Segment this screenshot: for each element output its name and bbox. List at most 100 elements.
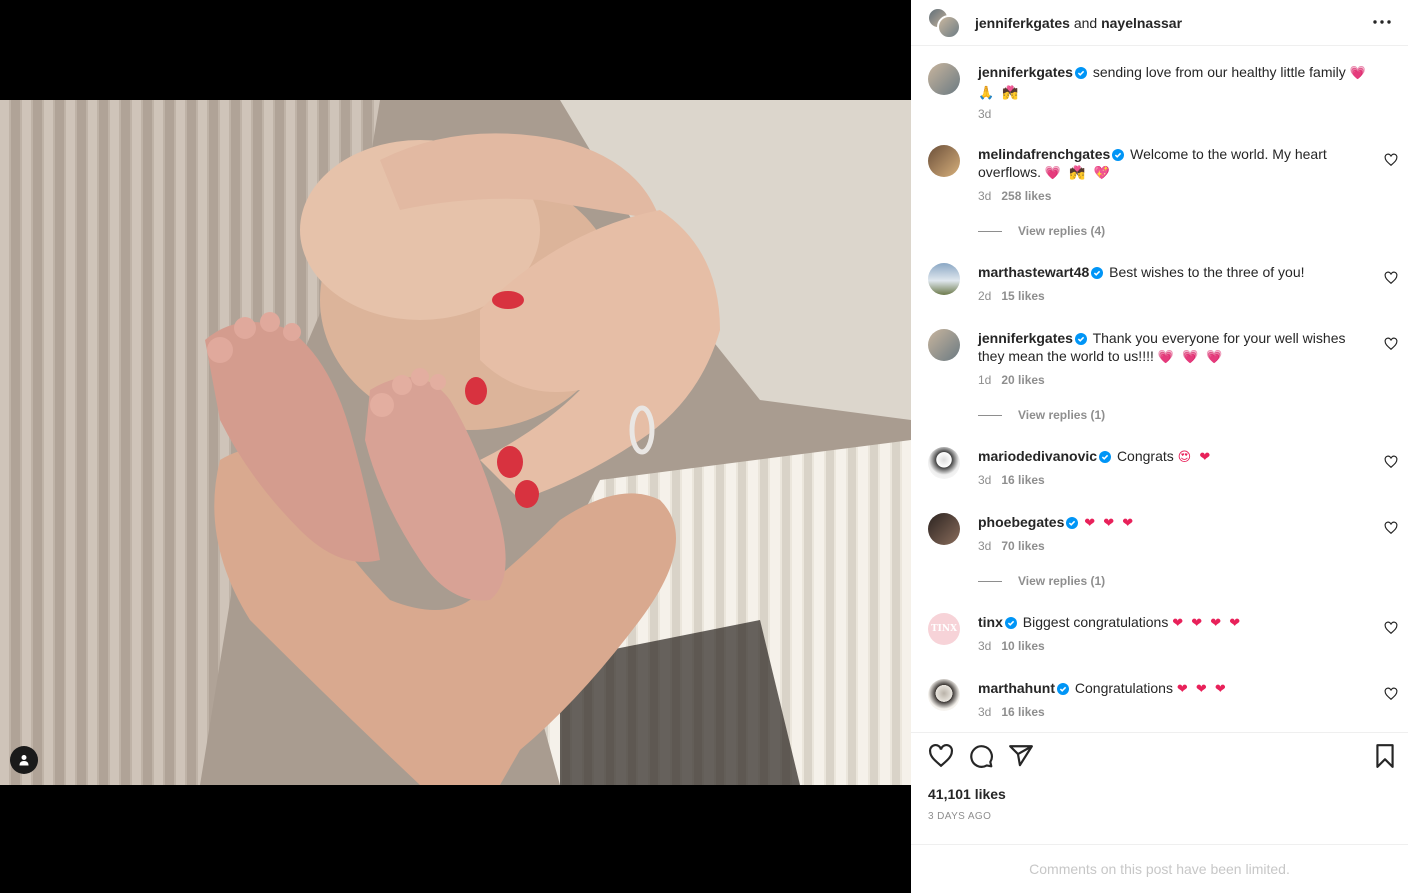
comment-body: tinx Biggest congratulations ❤ ❤ ❤ ❤ [978, 613, 1368, 633]
comment-meta: 3d 70 likes [978, 539, 1045, 553]
comment-emoji: 💗 💏 💖 [1044, 166, 1112, 181]
likes-count[interactable]: 41,101 likes [928, 786, 1006, 802]
comment-likes[interactable]: 15 likes [1001, 289, 1044, 303]
heart-icon[interactable] [1384, 153, 1398, 167]
avatar[interactable] [928, 513, 960, 545]
comment-body: marthastewart48 Best wishes to the three… [978, 263, 1368, 281]
avatar[interactable] [928, 447, 960, 479]
avatar[interactable] [928, 329, 960, 361]
view-replies-button[interactable]: View replies (4) [978, 224, 1105, 238]
comment-item: marthastewart48 Best wishes to the three… [928, 263, 1398, 311]
comment-meta: 3d 10 likes [978, 639, 1045, 653]
post-date[interactable]: 3 DAYS AGO [928, 811, 991, 822]
author-link[interactable]: jenniferkgates [975, 15, 1070, 31]
and-text: and [1073, 14, 1098, 31]
comment-username[interactable]: mariodedivanovic [978, 448, 1097, 464]
post-authors: jenniferkgates and nayelnassar [975, 15, 1182, 31]
comment-likes[interactable]: 20 likes [1001, 373, 1044, 387]
post-photo-illustration [0, 100, 911, 785]
comment-username[interactable]: phoebegates [978, 514, 1064, 530]
user-tag-icon [19, 755, 29, 766]
comment-username[interactable]: tinx [978, 614, 1003, 630]
avatar[interactable]: TINX [928, 613, 960, 645]
comment-text: Congratulations [1074, 680, 1173, 696]
verified-badge-icon [1099, 451, 1112, 463]
comment-meta: 1d 20 likes [978, 373, 1045, 387]
replies-divider [978, 230, 1002, 232]
comment-body: phoebegates ❤ ❤ ❤ [978, 513, 1368, 533]
comment-meta: 3d 258 likes [978, 189, 1051, 203]
comment-emoji: 😍 ❤ [1177, 450, 1213, 465]
heart-icon[interactable] [1384, 337, 1398, 351]
comment-body: marthahunt Congratulations ❤ ❤ ❤ [978, 679, 1368, 699]
replies-divider [978, 414, 1002, 416]
caption-time[interactable]: 3d [978, 107, 991, 121]
verified-badge-icon [1057, 683, 1069, 695]
post-side-pane: jenniferkgates and nayelnassar jenniferk… [911, 0, 1408, 893]
comment-likes[interactable]: 10 likes [1001, 639, 1044, 653]
avatar[interactable] [928, 679, 960, 711]
heart-icon[interactable] [1384, 455, 1398, 469]
caption-text: sending love from our healthy little fam… [1092, 64, 1346, 80]
comment-username[interactable]: melindafrenchgates [978, 146, 1110, 162]
comment-item: jenniferkgates Thank you everyone for yo… [928, 329, 1398, 425]
heart-icon[interactable] [928, 743, 954, 769]
user-tag-button[interactable] [10, 746, 38, 774]
more-options-button[interactable] [1370, 12, 1394, 32]
comment-body: melindafrenchgates Welcome to the world.… [978, 145, 1368, 183]
share-icon[interactable] [1008, 743, 1034, 769]
comment-time[interactable]: 3d [978, 539, 991, 553]
comments-list[interactable]: jenniferkgates sending love from our hea… [911, 47, 1408, 731]
comment-text: Biggest congratulations [1022, 614, 1169, 630]
comment-username[interactable]: marthahunt [978, 680, 1055, 696]
bookmark-icon[interactable] [1372, 743, 1398, 769]
comment-item: melindafrenchgates Welcome to the world.… [928, 145, 1398, 241]
post-caption: jenniferkgates sending love from our hea… [928, 63, 1398, 143]
replies-divider [978, 580, 1002, 582]
comment-icon[interactable] [968, 743, 994, 769]
comment-username[interactable]: jenniferkgates [978, 330, 1073, 346]
heart-icon[interactable] [1384, 621, 1398, 635]
view-replies-button[interactable]: View replies (1) [978, 408, 1105, 422]
comment-likes[interactable]: 258 likes [1001, 189, 1051, 203]
avatar[interactable] [928, 145, 960, 177]
collab-avatars[interactable] [927, 6, 963, 39]
comment-username[interactable]: marthastewart48 [978, 264, 1089, 280]
verified-badge-icon [1112, 149, 1125, 161]
avatar[interactable] [928, 263, 960, 295]
comment-emoji: ❤ ❤ ❤ ❤ [1172, 616, 1243, 631]
post-header: jenniferkgates and nayelnassar [911, 0, 1408, 46]
comment-time[interactable]: 1d [978, 373, 991, 387]
comment-item: phoebegates ❤ ❤ ❤ 3d 70 likes View replie… [928, 513, 1398, 609]
comment-body: mariodedivanovic Congrats 😍 ❤ [978, 447, 1368, 467]
comment-likes[interactable]: 16 likes [1001, 473, 1044, 487]
media-pane [0, 0, 911, 893]
post-photo[interactable] [0, 100, 911, 785]
comments-limited-notice: Comments on this post have been limited. [911, 844, 1408, 893]
comment-likes[interactable]: 16 likes [1001, 705, 1044, 719]
verified-badge-icon [1066, 517, 1079, 529]
comment-time[interactable]: 2d [978, 289, 991, 303]
comment-emoji: 💗 💗 💗 [1157, 350, 1225, 365]
view-replies-button[interactable]: View replies (1) [978, 574, 1105, 588]
coauthor-link[interactable]: nayelnassar [1101, 15, 1182, 31]
view-replies-label: View replies (1) [1018, 574, 1106, 588]
caption-body: jenniferkgates sending love from our hea… [978, 63, 1368, 103]
comment-item: mariodedivanovic Congrats 😍 ❤ 3d 16 likes [928, 447, 1398, 495]
heart-icon[interactable] [1384, 521, 1398, 535]
verified-badge-icon [1074, 67, 1087, 79]
comment-likes[interactable]: 70 likes [1001, 539, 1044, 553]
more-horizontal-icon [1373, 20, 1391, 24]
comment-time[interactable]: 3d [978, 473, 991, 487]
comment-text: Congrats [1116, 448, 1174, 464]
comment-meta: 3d 16 likes [978, 473, 1045, 487]
comment-time[interactable]: 3d [978, 705, 991, 719]
comment-time[interactable]: 3d [978, 189, 991, 203]
avatar[interactable] [928, 63, 960, 95]
caption-username[interactable]: jenniferkgates [978, 64, 1073, 80]
comment-meta: 2d 15 likes [978, 289, 1045, 303]
heart-icon[interactable] [1384, 687, 1398, 701]
heart-icon[interactable] [1384, 271, 1398, 285]
comment-time[interactable]: 3d [978, 639, 991, 653]
caption-meta: 3d [978, 107, 991, 121]
